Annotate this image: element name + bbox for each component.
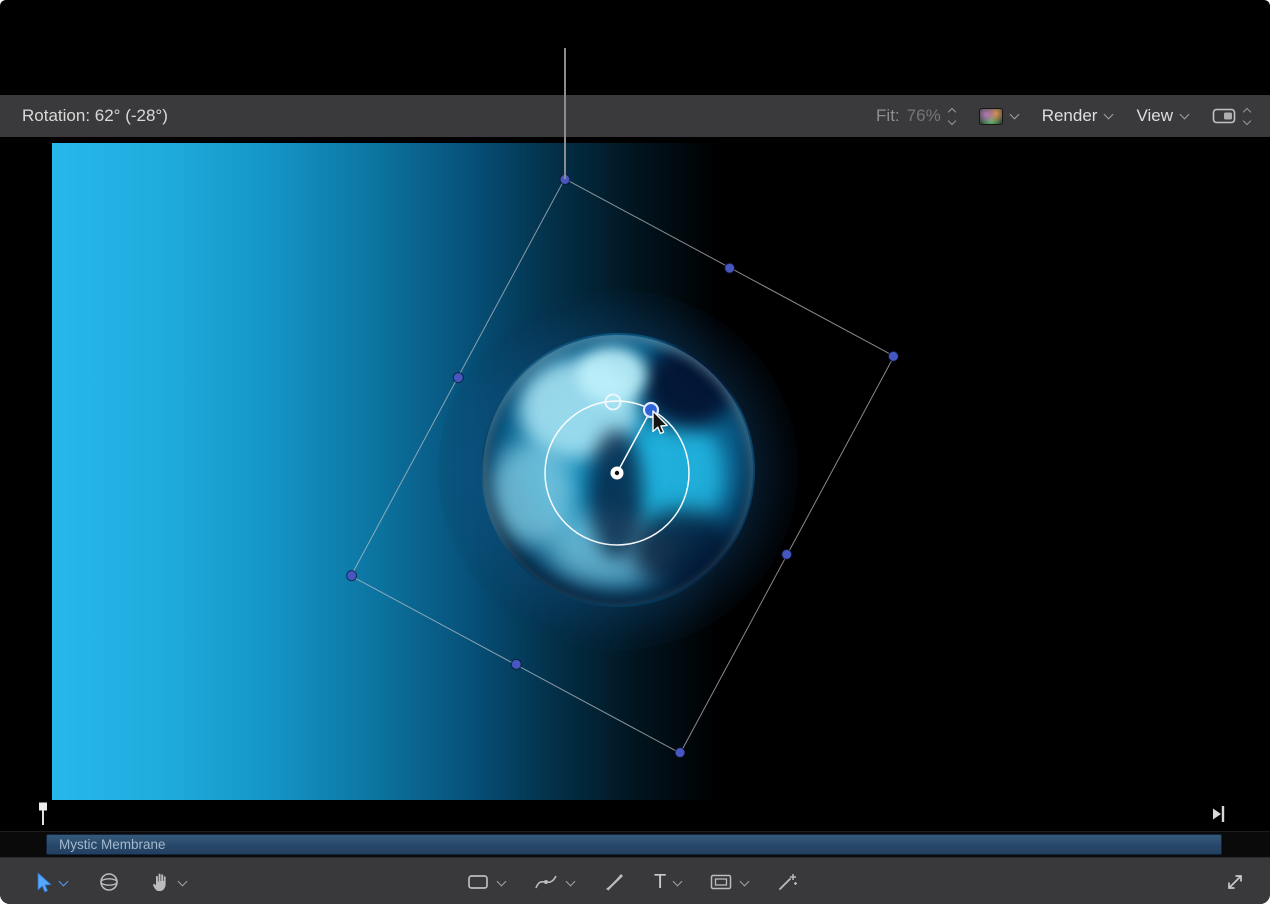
mask-rectangle-tool[interactable] xyxy=(709,872,733,892)
selection-handle[interactable] xyxy=(723,262,735,274)
canvas-status-bar: Rotation: 62° (-28°) Fit: 76% Render Vie… xyxy=(0,95,1270,137)
bezier-tool[interactable] xyxy=(533,872,559,892)
chevron-down-icon xyxy=(740,876,750,886)
timeline-layer-label: Mystic Membrane xyxy=(59,837,166,852)
select-tool-dropdown[interactable] xyxy=(58,873,67,891)
motion-canvas-window: Rotation: 62° (-28°) Fit: 76% Render Vie… xyxy=(0,0,1270,904)
canvas-viewport[interactable] xyxy=(52,143,1218,800)
text-tool-dropdown[interactable] xyxy=(672,873,681,891)
rotation-readout: Rotation: 62° (-28°) xyxy=(22,106,168,126)
fit-label: Fit: xyxy=(876,106,900,126)
chevron-down-icon xyxy=(59,876,69,886)
view-menu-button[interactable]: View xyxy=(1136,106,1188,126)
callout-line xyxy=(564,48,566,179)
play-range-out-marker[interactable] xyxy=(1210,804,1226,829)
hand-icon xyxy=(151,871,171,893)
mini-timeline: Mystic Membrane xyxy=(0,831,1270,858)
chevron-down-icon xyxy=(178,876,188,886)
render-menu-button[interactable]: Render xyxy=(1042,106,1113,126)
selection-handle[interactable] xyxy=(887,350,899,362)
color-channel-control[interactable] xyxy=(979,108,1018,125)
selection-bounding-box[interactable] xyxy=(350,178,894,754)
display-layout-control[interactable] xyxy=(1212,107,1250,125)
chevron-down-icon xyxy=(1009,109,1019,119)
selection-handle[interactable] xyxy=(346,570,358,582)
chevron-down-icon xyxy=(566,876,576,886)
paint-stroke-tool[interactable] xyxy=(602,871,626,893)
rectangle-icon xyxy=(466,872,490,892)
chevron-down-icon xyxy=(1104,109,1114,119)
statusbar-controls: Fit: 76% Render View xyxy=(876,95,1250,137)
fit-stepper-icon[interactable] xyxy=(949,109,955,124)
text-tool-glyph: T xyxy=(654,872,666,892)
timeline-layer-bar[interactable]: Mystic Membrane xyxy=(46,834,1222,855)
view-label: View xyxy=(1136,106,1173,126)
pan-tool-dropdown[interactable] xyxy=(177,873,186,891)
select-arrow-icon xyxy=(32,871,52,893)
adjust-wand-icon xyxy=(776,871,800,893)
display-icon xyxy=(1212,107,1236,125)
bezier-curve-icon xyxy=(533,872,559,892)
select-arrow-tool[interactable] xyxy=(32,871,52,893)
canvas-toolbar: T xyxy=(0,857,1270,904)
end-marker-icon xyxy=(1210,804,1226,824)
mask-rectangle-icon xyxy=(709,872,733,892)
shape-rectangle-tool[interactable] xyxy=(466,872,490,892)
selection-handle[interactable] xyxy=(674,746,686,758)
play-range-in-marker[interactable] xyxy=(36,801,50,832)
text-tool[interactable]: T xyxy=(654,872,666,892)
expand-diagonal-icon xyxy=(1224,871,1246,893)
fit-control[interactable]: Fit: 76% xyxy=(876,106,955,126)
chevron-down-icon xyxy=(1180,109,1190,119)
display-stepper-icon xyxy=(1244,109,1250,124)
selection-handle[interactable] xyxy=(452,371,464,383)
transform-3d-icon xyxy=(97,871,121,893)
fit-value: 76% xyxy=(907,106,941,126)
color-swatch-icon xyxy=(979,108,1003,125)
bezier-tool-dropdown[interactable] xyxy=(565,873,574,891)
shape-tool-dropdown[interactable] xyxy=(496,873,505,891)
mask-tool-dropdown[interactable] xyxy=(739,873,748,891)
render-label: Render xyxy=(1042,106,1098,126)
pan-hand-tool[interactable] xyxy=(151,871,171,893)
transform-3d-tool[interactable] xyxy=(97,871,121,893)
chevron-down-icon xyxy=(497,876,507,886)
selection-handle[interactable] xyxy=(781,548,793,560)
pin-icon xyxy=(36,801,50,827)
selection-handle[interactable] xyxy=(510,658,522,670)
paintbrush-icon xyxy=(602,871,626,893)
adjust-item-tool[interactable] xyxy=(776,871,800,893)
chevron-down-icon xyxy=(673,876,683,886)
expand-view-button[interactable] xyxy=(1224,871,1246,893)
